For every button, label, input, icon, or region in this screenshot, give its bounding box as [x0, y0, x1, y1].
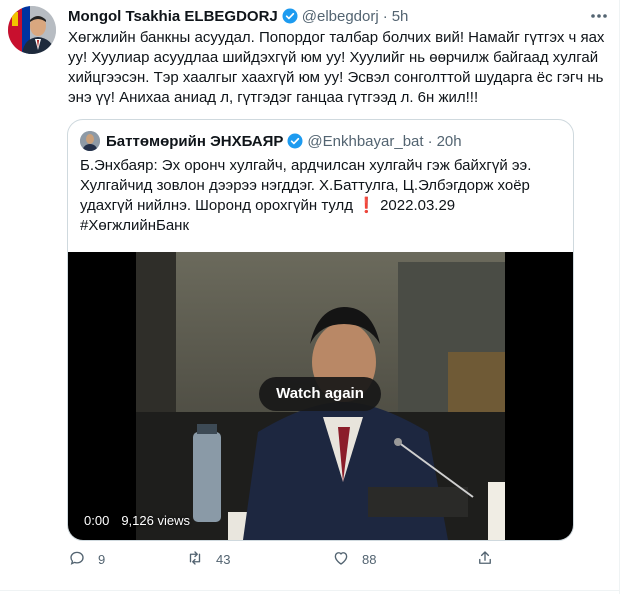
- watch-again-button[interactable]: Watch again: [259, 377, 381, 411]
- tweet-header: Mongol Tsakhia ELBEGDORJ @elbegdorj · 5h: [68, 6, 408, 26]
- quoted-tweet-timestamp: 20h: [436, 132, 462, 150]
- retweet-count: 43: [216, 551, 231, 567]
- reply-button[interactable]: 9: [68, 549, 105, 569]
- retweet-icon: [186, 549, 216, 570]
- author-handle[interactable]: @elbegdorj: [302, 8, 379, 25]
- quoted-text-date: 2022.03.29: [380, 197, 456, 214]
- author-avatar[interactable]: [8, 6, 56, 54]
- exclamation-emoji-icon: ❗: [357, 197, 376, 214]
- header-separator: ·: [382, 7, 388, 25]
- tweet-timestamp[interactable]: 5h: [392, 8, 409, 25]
- tweet-actions: 9 43 88: [68, 549, 588, 569]
- like-button[interactable]: 88: [332, 549, 376, 569]
- video-views: 9,126 views: [121, 513, 190, 528]
- verified-badge-icon: [281, 7, 299, 25]
- tweet-divider: [0, 590, 619, 591]
- share-icon: [476, 549, 506, 570]
- timeline-column: Mongol Tsakhia ELBEGDORJ @elbegdorj · 5h…: [0, 0, 620, 594]
- share-button[interactable]: [476, 549, 506, 569]
- reply-icon: [68, 549, 98, 570]
- quoted-author-name: Баттөмөрийн ЭНХБАЯР: [106, 132, 284, 150]
- reply-count: 9: [98, 551, 106, 567]
- quoted-author-handle: @Enkhbayar_bat: [307, 132, 424, 150]
- author-name[interactable]: Mongol Tsakhia ELBEGDORJ: [68, 8, 278, 25]
- tweet-text: Хөгжлийн банкны асуудал. Попордог талбар…: [68, 29, 605, 106]
- retweet-button[interactable]: 43: [186, 549, 230, 569]
- video-meta: 0:00 9,126 views: [84, 513, 190, 528]
- quoted-header-separator: ·: [427, 132, 433, 150]
- video-player[interactable]: Watch again 0:00 9,126 views: [68, 252, 573, 540]
- quoted-tweet-text: Б.Энхбаяр: Эх оронч хулгайч, ардчилсан х…: [80, 156, 560, 236]
- verified-badge-icon: [286, 132, 304, 150]
- quoted-text-body: Б.Энхбаяр: Эх оронч хулгайч, ардчилсан х…: [80, 157, 532, 214]
- more-icon[interactable]: [589, 8, 609, 24]
- video-timestamp: 0:00: [84, 513, 110, 528]
- quoted-tweet-header: Баттөмөрийн ЭНХБАЯР @Enkhbayar_bat · 20h: [80, 130, 462, 152]
- heart-icon: [332, 549, 362, 570]
- like-count: 88: [362, 551, 377, 567]
- quoted-author-avatar: [80, 131, 100, 151]
- hashtag-link[interactable]: #ХөгжлийнБанк: [80, 217, 189, 234]
- quoted-tweet[interactable]: Баттөмөрийн ЭНХБАЯР @Enkhbayar_bat · 20h…: [67, 119, 574, 541]
